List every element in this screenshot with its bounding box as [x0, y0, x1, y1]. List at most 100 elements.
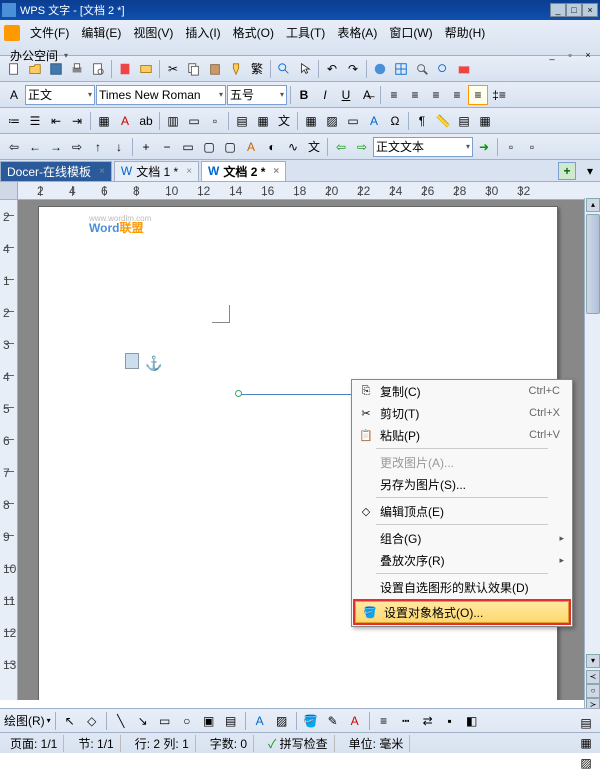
border-button[interactable]: ▦ — [94, 111, 114, 131]
scroll-up-button[interactable]: ▴ — [586, 198, 600, 212]
highlight-button[interactable]: ab — [136, 111, 156, 131]
expand-button[interactable]: + — [136, 137, 156, 157]
numbering-button[interactable]: ☰ — [25, 111, 45, 131]
menu-view[interactable]: 视图(V) — [127, 22, 179, 43]
ctx-object-format[interactable]: 🪣设置对象格式(O)... — [355, 601, 569, 623]
ctx-paste[interactable]: 📋粘贴(P)Ctrl+V — [352, 424, 572, 446]
status-unit[interactable]: 单位: 毫米 — [343, 735, 411, 752]
select-button[interactable] — [295, 59, 315, 79]
dropcap-button[interactable]: 文 — [304, 137, 324, 157]
tab-list-button[interactable]: ▾ — [580, 161, 600, 181]
textbox-tool-button[interactable]: ▣ — [199, 711, 219, 731]
select-objects-button[interactable]: ↖ — [60, 711, 80, 731]
spell-button[interactable] — [412, 59, 432, 79]
view-outline-button[interactable]: ▦ — [576, 733, 596, 753]
prev-page-button[interactable]: ≺ — [586, 670, 600, 684]
status-wordcount[interactable]: 字数: 0 — [204, 735, 254, 752]
mdi-close-button[interactable]: × — [580, 49, 596, 63]
show-para-button[interactable]: ¶ — [412, 111, 432, 131]
table-button[interactable] — [391, 59, 411, 79]
toolbox-button[interactable] — [454, 59, 474, 79]
line-spacing-button[interactable]: ‡≡ — [489, 85, 509, 105]
promote-button[interactable]: ⇦ — [4, 137, 24, 157]
size-combo[interactable]: 五号▾ — [227, 85, 287, 105]
insert-shape-button[interactable]: ▢ — [199, 137, 219, 157]
chart-button[interactable]: ◐ — [262, 137, 282, 157]
zoom-button[interactable] — [433, 59, 453, 79]
next-button[interactable]: ⇨ — [352, 137, 372, 157]
ctx-edit-points[interactable]: ◇编辑顶点(E) — [352, 500, 572, 522]
hyperlink-button[interactable] — [370, 59, 390, 79]
wordart2-button[interactable]: A — [241, 137, 261, 157]
rect-tool-button[interactable]: ▭ — [155, 711, 175, 731]
shape-handle-start[interactable] — [235, 390, 242, 397]
footer-button[interactable]: ▦ — [253, 111, 273, 131]
goto-button[interactable]: ➜ — [474, 137, 494, 157]
vertical-scrollbar[interactable]: ▴ ▾ ≺ ○ ≻ — [584, 198, 600, 712]
wrap-around-button[interactable]: ▭ — [178, 137, 198, 157]
paste-button[interactable] — [205, 59, 225, 79]
tab-docer[interactable]: Docer-在线模板× — [0, 161, 112, 181]
line-style-button[interactable]: ≡ — [374, 711, 394, 731]
view-web-button[interactable]: ▨ — [576, 753, 596, 773]
3d-button[interactable]: ◧ — [462, 711, 482, 731]
mdi-restore-button[interactable]: ▫ — [562, 49, 578, 63]
more1-button[interactable]: ▫ — [501, 137, 521, 157]
cut-button[interactable]: ✂ — [163, 59, 183, 79]
ctx-cut[interactable]: ✂剪切(T)Ctrl+X — [352, 402, 572, 424]
new-button[interactable] — [4, 59, 24, 79]
print-button[interactable] — [67, 59, 87, 79]
insert-wordart-button[interactable]: A — [250, 711, 270, 731]
mail-button[interactable] — [136, 59, 156, 79]
menu-table[interactable]: 表格(A) — [331, 22, 383, 43]
print-preview-button[interactable] — [88, 59, 108, 79]
menu-edit[interactable]: 编辑(E) — [75, 22, 127, 43]
line-tool-button[interactable]: ╲ — [111, 711, 131, 731]
wps-icon[interactable] — [4, 25, 20, 41]
arrow-tool-button[interactable]: ↘ — [133, 711, 153, 731]
vtextbox-tool-button[interactable]: ▤ — [221, 711, 241, 731]
arrow-style-button[interactable]: ⇄ — [418, 711, 438, 731]
align-distribute-button[interactable]: ≡ — [468, 85, 488, 105]
save-button[interactable] — [46, 59, 66, 79]
menu-insert[interactable]: 插入(I) — [179, 22, 226, 43]
find-button[interactable] — [274, 59, 294, 79]
close-button[interactable]: × — [582, 3, 598, 17]
insert-table-button[interactable]: ▦ — [301, 111, 321, 131]
insert-picture-button[interactable]: ▨ — [272, 711, 292, 731]
menu-window[interactable]: 窗口(W) — [383, 22, 438, 43]
header-button[interactable]: ▤ — [232, 111, 252, 131]
draw-menu[interactable]: 绘图(R) — [4, 712, 45, 729]
indent-inc-button[interactable]: ⇥ — [67, 111, 87, 131]
close-icon[interactable]: × — [273, 166, 279, 177]
close-icon[interactable]: × — [99, 166, 105, 177]
align-right-button[interactable]: ≡ — [426, 85, 446, 105]
orientation-button[interactable]: ▭ — [184, 111, 204, 131]
page-setup-button[interactable]: ▫ — [205, 111, 225, 131]
tab-doc1[interactable]: W文档 1 *× — [114, 161, 199, 181]
align-center-button[interactable]: ≡ — [405, 85, 425, 105]
redo-button[interactable]: ↷ — [343, 59, 363, 79]
underline-button[interactable]: U — [336, 85, 356, 105]
collapse-button[interactable]: − — [157, 137, 177, 157]
strikethrough-button[interactable]: A̶ — [357, 85, 377, 105]
font-combo[interactable]: Times New Roman▾ — [96, 85, 226, 105]
copy-button[interactable] — [184, 59, 204, 79]
pdf-button[interactable] — [115, 59, 135, 79]
move-down-button[interactable]: ↓ — [109, 137, 129, 157]
promote1-button[interactable]: ← — [25, 137, 45, 157]
menu-tools[interactable]: 工具(T) — [280, 22, 331, 43]
line-color-button[interactable]: ✎ — [323, 711, 343, 731]
align-justify-button[interactable]: ≡ — [447, 85, 467, 105]
scroll-thumb[interactable] — [586, 214, 600, 314]
prev-button[interactable]: ⇦ — [331, 137, 351, 157]
ctx-default-effect[interactable]: 设置自选图形的默认效果(D) — [352, 576, 572, 598]
bold-button[interactable]: B — [294, 85, 314, 105]
bullets-button[interactable]: ≔ — [4, 111, 24, 131]
status-spellcheck[interactable]: ✓ 拼写检查 — [262, 735, 335, 752]
gridlines-button[interactable]: ▦ — [475, 111, 495, 131]
format-style-button[interactable]: A — [4, 85, 24, 105]
ctx-save-as-pic[interactable]: 另存为图片(S)... — [352, 473, 572, 495]
browse-object-button[interactable]: ○ — [586, 684, 600, 698]
undo-button[interactable]: ↶ — [322, 59, 342, 79]
